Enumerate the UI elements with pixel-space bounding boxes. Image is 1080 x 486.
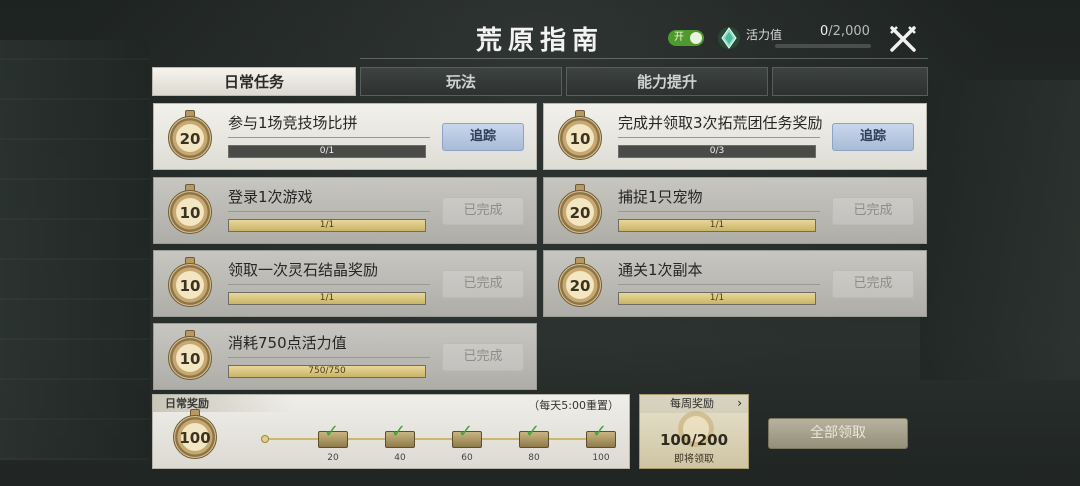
task-name: 领取一次灵石结晶奖励: [228, 261, 379, 279]
energy-value: 0/2,000: [820, 24, 870, 39]
task-name: 捕捉1只宠物: [618, 188, 703, 206]
points-medal: 10: [164, 330, 216, 384]
task-divider: [228, 357, 430, 358]
task-divider: [618, 284, 820, 285]
auto-toggle[interactable]: 开: [668, 30, 704, 46]
task-divider: [618, 211, 820, 212]
energy-max: /2,000: [828, 24, 870, 39]
points-medal: 10: [164, 257, 216, 311]
task-divider: [618, 137, 820, 138]
check-icon: ✓: [391, 421, 407, 442]
completed-button: 已完成: [832, 197, 914, 225]
close-icon[interactable]: [888, 24, 918, 54]
points-medal: 10: [164, 184, 216, 238]
points-medal: 20: [554, 257, 606, 311]
task-card: 10 领取一次灵石结晶奖励 1/1 已完成: [153, 250, 537, 317]
task-progress-bar: 1/1: [228, 219, 426, 232]
milestone-label: 60: [461, 453, 473, 463]
task-progress-text: 1/1: [709, 220, 725, 230]
task-progress-bar: 0/1: [228, 145, 426, 158]
task-points: 10: [569, 130, 591, 148]
task-card: 10 消耗750点活力值 750/750 已完成: [153, 323, 537, 390]
task-progress-text: 0/3: [709, 146, 725, 156]
task-points: 20: [569, 204, 591, 222]
task-divider: [228, 137, 430, 138]
daily-points-value: 100: [179, 429, 211, 447]
daily-reset-note: （每天5:00重置）: [528, 399, 619, 412]
task-card: 20 通关1次副本 1/1 已完成: [543, 250, 927, 317]
task-progress-bar: 1/1: [618, 219, 816, 232]
milestone-label: 100: [592, 453, 610, 463]
milestone-chest-icon[interactable]: ✓: [383, 421, 417, 449]
title-divider: [360, 58, 928, 59]
task-points: 10: [179, 204, 201, 222]
tab-ability-upgrade[interactable]: 能力提升: [566, 67, 768, 96]
daily-points-medal: 100: [169, 409, 221, 463]
claim-all-button[interactable]: 全部领取: [768, 418, 908, 449]
weekly-points-value: 100/200: [659, 431, 729, 449]
energy-label: 活力值: [746, 28, 783, 42]
task-progress-text: 1/1: [319, 293, 335, 303]
tab-daily-tasks[interactable]: 日常任务: [152, 67, 356, 96]
task-points: 20: [179, 130, 201, 148]
milestone-chest-icon[interactable]: ✓: [450, 421, 484, 449]
completed-button: 已完成: [442, 197, 524, 225]
energy-gem-icon: [718, 27, 740, 49]
completed-button: 已完成: [832, 270, 914, 298]
check-icon: ✓: [324, 421, 340, 442]
weekly-reward-button[interactable]: 每周奖励 › 100/200 即将领取: [639, 394, 749, 469]
track-button[interactable]: 追踪: [832, 123, 914, 151]
points-medal: 10: [554, 110, 606, 164]
energy-bar: [775, 44, 871, 48]
milestone-chest-icon[interactable]: ✓: [584, 421, 618, 449]
tab-bar: 日常任务 玩法 能力提升: [152, 67, 928, 96]
task-points: 20: [569, 277, 591, 295]
task-points: 10: [179, 277, 201, 295]
task-progress-bar: 1/1: [228, 292, 426, 305]
milestone-label: 80: [528, 453, 540, 463]
task-divider: [228, 284, 430, 285]
completed-button: 已完成: [442, 343, 524, 371]
tab-empty[interactable]: [772, 67, 928, 96]
check-icon: ✓: [458, 421, 474, 442]
track-button[interactable]: 追踪: [442, 123, 524, 151]
weekly-status: 即将领取: [674, 454, 714, 465]
task-card: 10 完成并领取3次拓荒团任务奖励 0/3 追踪: [543, 103, 927, 170]
milestone-chest-icon[interactable]: ✓: [517, 421, 551, 449]
task-name: 完成并领取3次拓荒团任务奖励: [618, 114, 823, 132]
task-card: 20 参与1场竞技场比拼 0/1 追踪: [153, 103, 537, 170]
task-name: 消耗750点活力值: [228, 334, 347, 352]
completed-button: 已完成: [442, 270, 524, 298]
tab-gameplay[interactable]: 玩法: [360, 67, 562, 96]
points-medal: 20: [554, 184, 606, 238]
task-card: 10 登录1次游戏 1/1 已完成: [153, 177, 537, 244]
task-divider: [228, 211, 430, 212]
points-medal: 20: [164, 110, 216, 164]
task-progress-bar: 750/750: [228, 365, 426, 378]
daily-reward-panel: 日常奖励 （每天5:00重置） 100 ✓ 20 ✓ 40 ✓ 60 ✓ 80 ✓ 100: [152, 394, 630, 469]
task-progress-bar: 1/1: [618, 292, 816, 305]
task-progress-text: 1/1: [709, 293, 725, 303]
milestone-track-start: [261, 435, 269, 443]
check-icon: ✓: [592, 421, 608, 442]
task-progress-text: 0/1: [319, 146, 335, 156]
task-card: 20 捕捉1只宠物 1/1 已完成: [543, 177, 927, 244]
toggle-label: 开: [674, 32, 684, 43]
chevron-right-icon: ›: [737, 396, 742, 410]
toggle-knob: [690, 32, 702, 44]
task-name: 参与1场竞技场比拼: [228, 114, 358, 132]
task-name: 登录1次游戏: [228, 188, 313, 206]
task-progress-text: 750/750: [308, 366, 346, 376]
milestone-label: 20: [327, 453, 339, 463]
task-progress-text: 1/1: [319, 220, 335, 230]
milestone-chest-icon[interactable]: ✓: [316, 421, 350, 449]
task-points: 10: [179, 350, 201, 368]
milestone-label: 40: [394, 453, 406, 463]
check-icon: ✓: [525, 421, 541, 442]
page-title: 荒原指南: [475, 26, 604, 56]
task-progress-bar: 0/3: [618, 145, 816, 158]
task-name: 通关1次副本: [618, 261, 703, 279]
